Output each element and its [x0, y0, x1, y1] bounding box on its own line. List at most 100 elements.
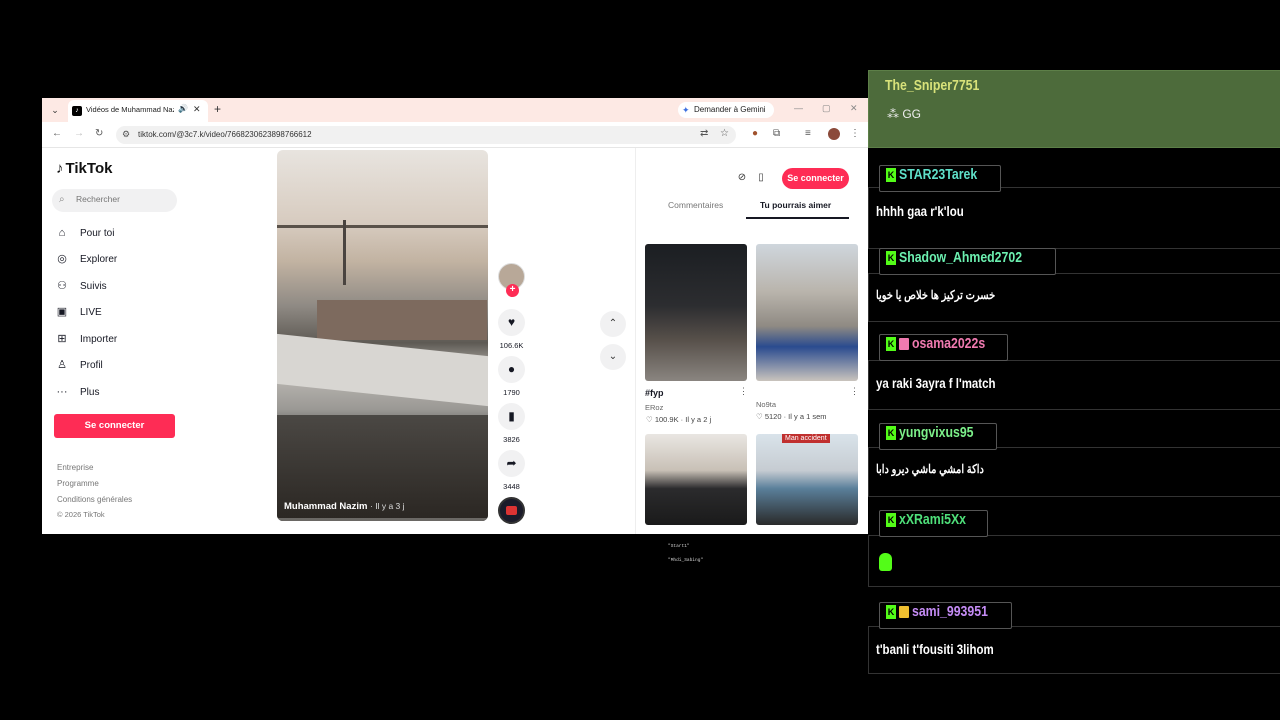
tab-search-dropdown-icon[interactable]: ⌄	[48, 103, 62, 117]
video-author[interactable]: Muhammad Nazim	[284, 501, 367, 512]
sidebar-item-importer[interactable]: ⊞ Importer	[54, 329, 117, 349]
sidebar-login-button[interactable]: Se connecter	[54, 414, 175, 438]
chat-text: داكة امشي ماشي ديرو دابا	[876, 462, 984, 476]
chat-text: ⁂ GG	[887, 107, 921, 121]
chat-text-value: GG	[902, 107, 922, 121]
heart-icon: ♥	[507, 315, 516, 329]
tab-bar: ⌄ ♪ Vidéos de Muhammad Nazim 🔊 ✕ + ✦ Dema…	[42, 98, 868, 122]
forward-icon[interactable]: →	[74, 128, 84, 139]
video-card-thumbnail[interactable]: Man accident	[756, 434, 858, 525]
chat-username: Shadow_Ahmed2702	[899, 249, 1023, 267]
sidebar-item-suivis[interactable]: ⚇ Suivis	[54, 276, 107, 296]
video-time: · Il y a 3 j	[370, 501, 405, 511]
comment-button[interactable]: ●	[498, 356, 525, 383]
sidebar-item-label: Importer	[80, 334, 118, 345]
thumbnail-overlay-text: Man accident	[782, 434, 830, 443]
card-author[interactable]: ERoz	[645, 403, 663, 412]
kick-badge-icon: K	[886, 604, 896, 619]
tab-close-icon[interactable]: ✕	[193, 104, 201, 115]
window-close-icon[interactable]: ✕	[850, 103, 858, 114]
sidebar-item-label: LIVE	[80, 307, 102, 318]
new-tab-icon[interactable]: +	[214, 102, 221, 116]
bookmark-star-icon[interactable]: ☆	[720, 128, 729, 139]
tab-commentaires[interactable]: Commentaires	[668, 200, 723, 210]
tiktok-logo[interactable]: ♪ TikTok	[56, 160, 112, 177]
share-button[interactable]: ➦	[498, 450, 525, 477]
extension-cookie-icon[interactable]: ●	[752, 128, 758, 139]
sidebar-item-label: Plus	[80, 387, 100, 398]
url-text[interactable]: tiktok.com/@3c7.k/video/7668230623898766…	[138, 130, 312, 139]
kick-badge-icon: K	[886, 336, 896, 351]
card-meta: ♡ 5120 · Il y a 1 sem	[756, 412, 827, 421]
chat-message: KxXRami5Xx	[868, 510, 1280, 587]
gift-badge-icon	[899, 605, 909, 618]
subscriber-badge-icon	[899, 337, 909, 350]
sidebar-item-label: Pour toi	[80, 228, 115, 239]
card-likes: 100.9K	[654, 415, 679, 424]
mobile-app-icon[interactable]: ▯	[753, 170, 769, 186]
tab-groups-icon[interactable]: ≡	[805, 128, 811, 139]
sidebar-item-plus[interactable]: ··· Plus	[54, 382, 100, 402]
next-video-chevron-down-icon[interactable]: ⌄	[600, 344, 626, 370]
video-progress-bar[interactable]	[277, 518, 488, 521]
footer-link-entreprise[interactable]: Entreprise	[57, 463, 93, 472]
music-disc-icon[interactable]	[498, 497, 525, 524]
video-author-line[interactable]: Muhammad Nazim · Il y a 3 j	[284, 501, 405, 512]
share-count: 3448	[503, 482, 520, 491]
search-input[interactable]	[74, 193, 169, 205]
chat-message: The_Sniper7751 ⁂ GG	[868, 70, 1280, 148]
compass-icon: ◎	[57, 253, 67, 265]
terminal-snippet: "Start1" "Mhdi_Sabing"	[662, 538, 842, 568]
search-box[interactable]: ⌕	[52, 189, 177, 212]
tiktok-note-icon: ♪	[56, 160, 64, 177]
video-card-thumbnail[interactable]	[645, 244, 747, 381]
footer-link-conditions[interactable]: Conditions générales	[57, 495, 132, 504]
card-more-icon[interactable]: ⋮	[850, 386, 859, 397]
minimize-icon[interactable]: —	[794, 103, 803, 113]
extensions-icon[interactable]: ⧉	[773, 128, 780, 139]
chat-username: xXRami5Xx	[899, 511, 967, 529]
audio-playing-icon[interactable]: 🔊	[178, 104, 188, 113]
browser-tab[interactable]: ♪ Vidéos de Muhammad Nazim 🔊 ✕	[68, 100, 208, 122]
maximize-icon[interactable]: ▢	[822, 103, 831, 114]
video-card-thumbnail[interactable]	[645, 434, 747, 525]
footer-link-programme[interactable]: Programme	[57, 479, 99, 488]
reload-icon[interactable]: ↻	[95, 128, 103, 139]
gemini-label: Demander à Gemini	[694, 105, 766, 114]
sidebar-item-pour-toi[interactable]: ⌂ Pour toi	[54, 223, 115, 243]
share-arrow-icon: ➦	[506, 456, 517, 470]
video-player[interactable]: Muhammad Nazim · Il y a 3 j	[277, 150, 488, 521]
video-card-thumbnail[interactable]	[756, 244, 858, 381]
sidebar-item-profil[interactable]: ♙ Profil	[54, 355, 103, 375]
chat-message: K Shadow_Ahmed2702 خسرت تركيز ها خلاص يا …	[868, 248, 1280, 322]
like-button[interactable]: ♥	[498, 309, 525, 336]
chat-text: خسرت تركيز ها خلاص يا خويا	[876, 288, 996, 302]
card-title[interactable]: #fyp	[645, 388, 664, 398]
address-bar[interactable]: ⚙ tiktok.com/@3c7.k/video/76682306238987…	[116, 126, 736, 144]
sidebar-item-explorer[interactable]: ◎ Explorer	[54, 249, 117, 269]
card-more-icon[interactable]: ⋮	[739, 386, 748, 397]
explore-compass-icon[interactable]: ⊘	[734, 170, 750, 186]
chat-message: Kosama2022s ya raki 3ayra f l'match	[868, 334, 1280, 410]
chat-username-chip: KxXRami5Xx	[879, 510, 988, 537]
save-button[interactable]: ▮	[498, 403, 525, 430]
profile-avatar[interactable]	[828, 128, 840, 140]
follow-plus-icon[interactable]: +	[506, 284, 519, 297]
tiktok-logo-text: TikTok	[65, 160, 113, 177]
browser-toolbar: ← → ↻ ⚙ tiktok.com/@3c7.k/video/76682306…	[42, 122, 868, 148]
chat-username-chip: The_Sniper7751	[885, 77, 1000, 95]
browser-window: ⌄ ♪ Vidéos de Muhammad Nazim 🔊 ✕ + ✦ Dema…	[42, 98, 868, 534]
translate-icon[interactable]: ⇄	[700, 128, 708, 139]
ask-gemini-button[interactable]: ✦ Demander à Gemini	[678, 102, 774, 118]
browser-menu-icon[interactable]: ⋮	[850, 128, 860, 139]
back-icon[interactable]: ←	[52, 128, 62, 139]
chat-username-chip: Ksami_993951	[879, 602, 1012, 629]
previous-video-chevron-up-icon[interactable]: ⌃	[600, 311, 626, 337]
following-icon: ⚇	[57, 280, 67, 292]
header-login-button[interactable]: Se connecter	[782, 168, 849, 189]
tab-tu-pourrais-aimer[interactable]: Tu pourrais aimer	[760, 200, 831, 210]
site-info-icon[interactable]: ⚙	[122, 129, 130, 140]
card-author[interactable]: No9ta	[756, 400, 776, 409]
bookmark-icon: ▮	[508, 409, 515, 423]
sidebar-item-live[interactable]: ▣ LIVE	[54, 302, 102, 322]
